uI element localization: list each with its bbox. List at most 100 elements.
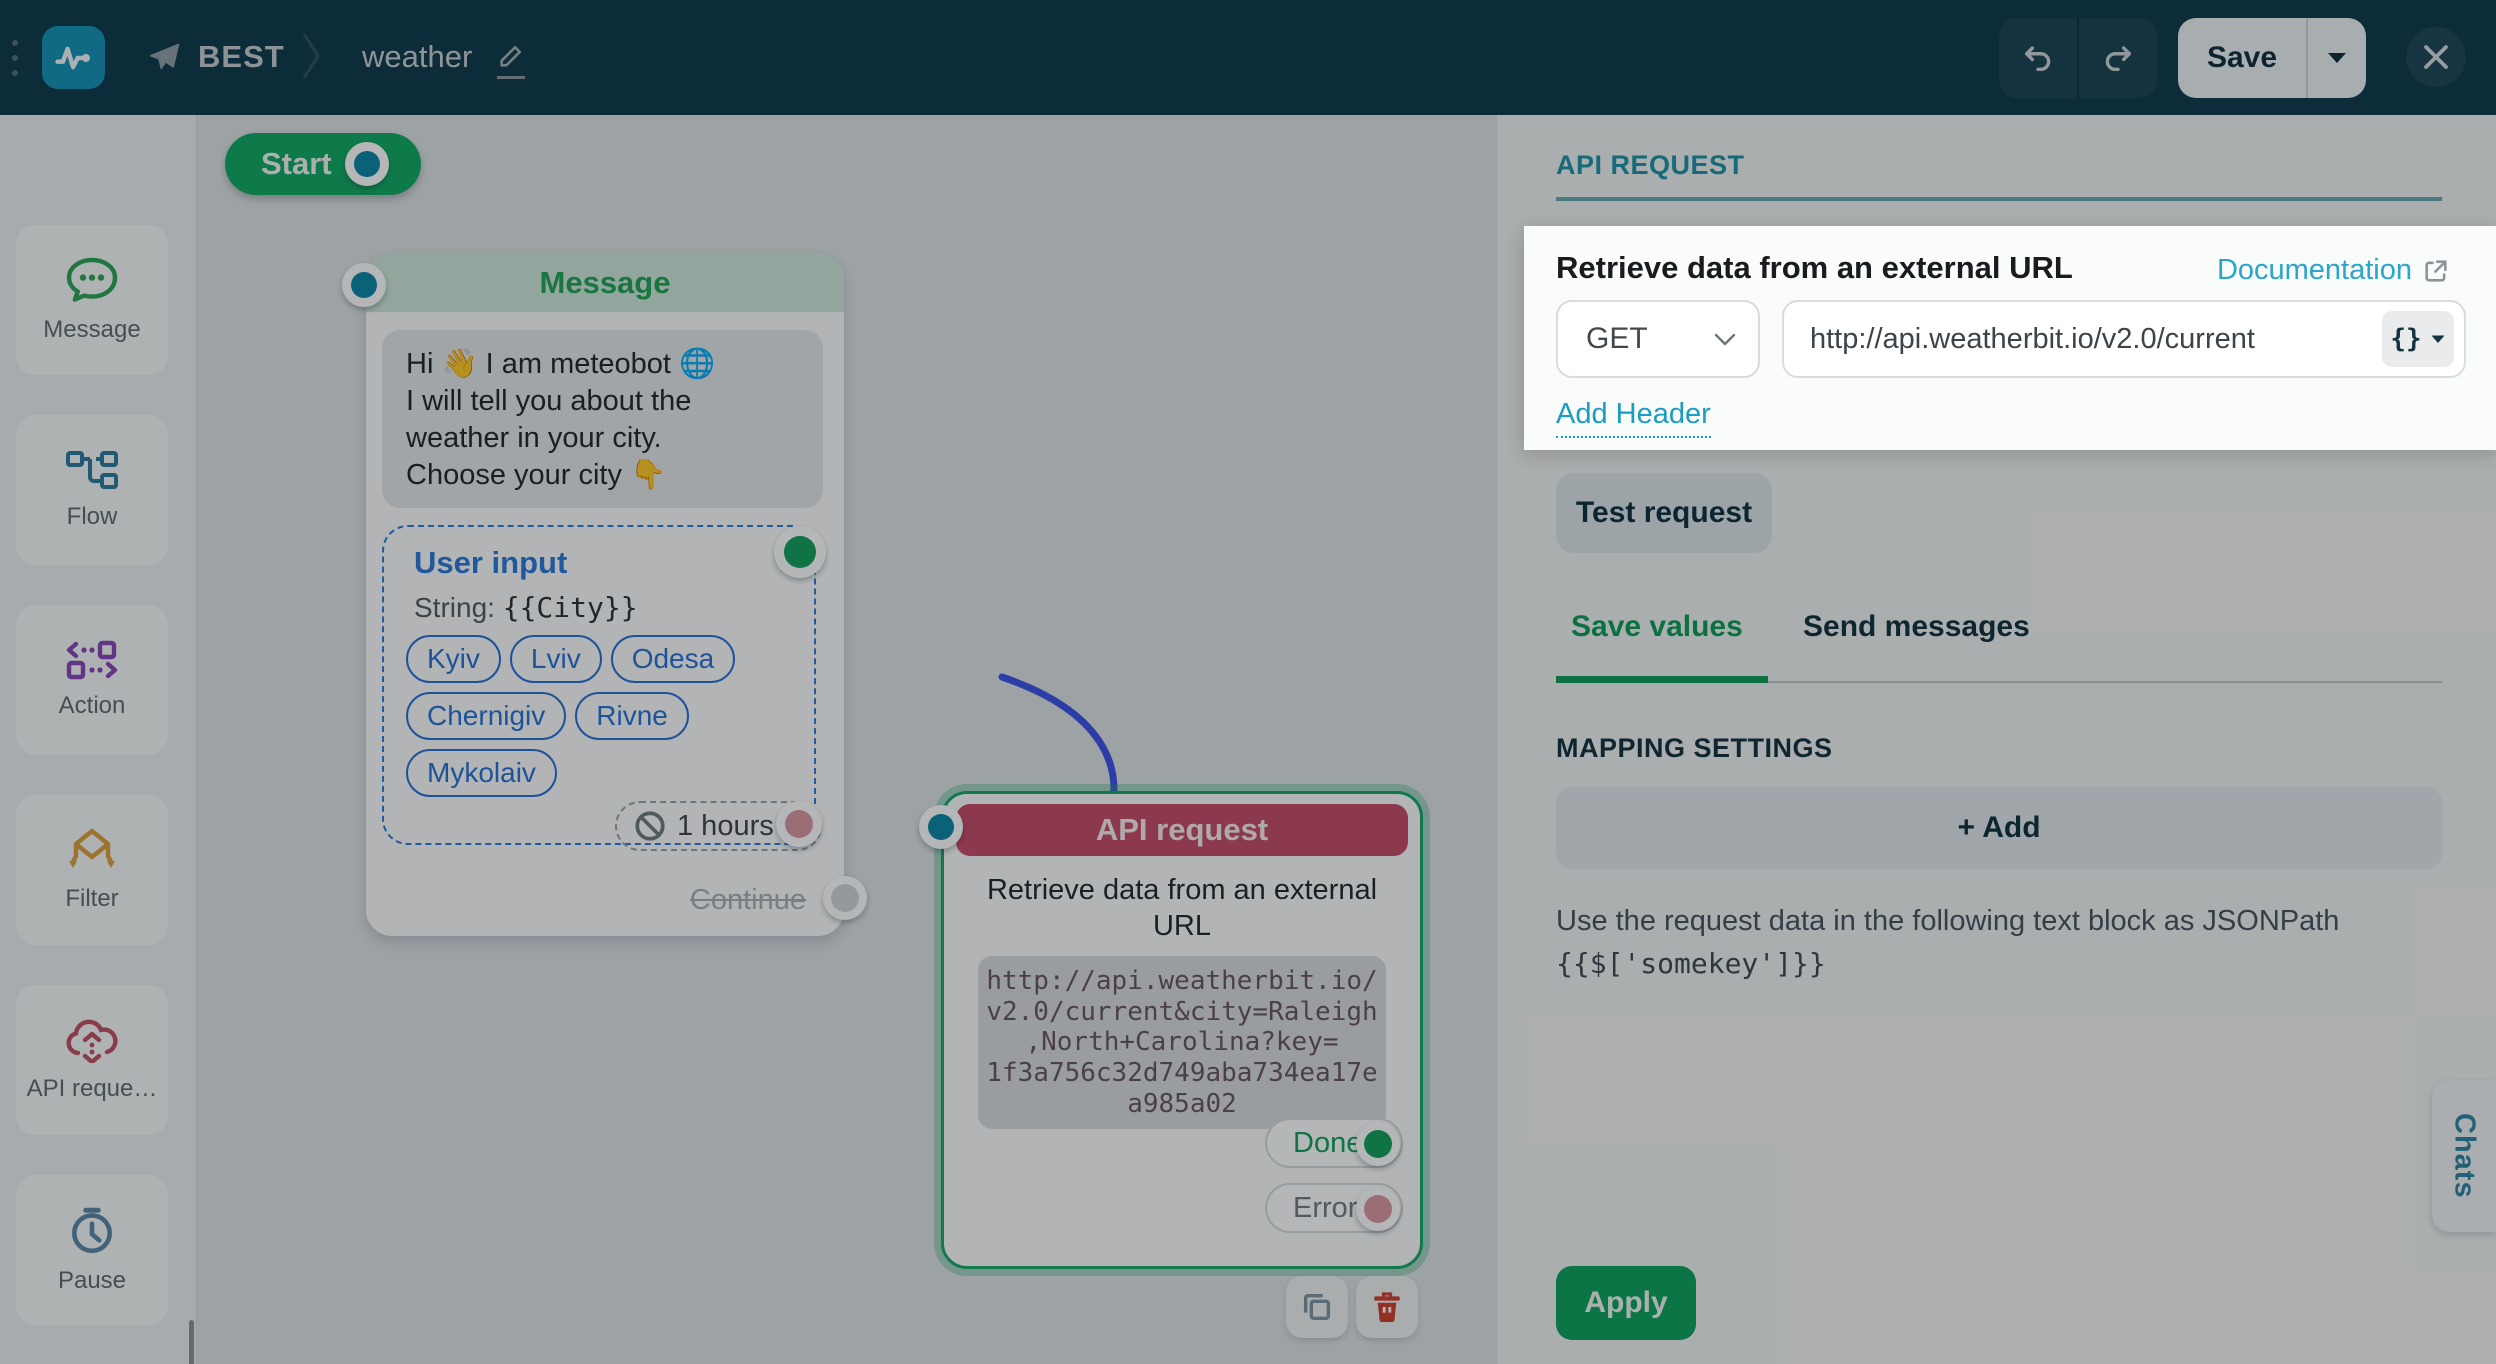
message-line: I will tell you about the xyxy=(406,383,823,420)
timeout-label: 1 hours xyxy=(677,810,774,843)
quick-reply-lviv[interactable]: Lviv xyxy=(510,635,602,683)
http-method-select[interactable]: GET xyxy=(1556,300,1760,378)
palette-item-flow[interactable]: Flow xyxy=(16,415,168,565)
panel-heading: API REQUEST xyxy=(1556,150,1745,181)
palette-item-pause[interactable]: Pause xyxy=(16,1175,168,1325)
user-input-title: User input xyxy=(414,545,567,581)
api-node-url-block: http://api.weatherbit.io/ v2.0/current&c… xyxy=(978,956,1386,1129)
user-input-variable-row: String: {{City}} xyxy=(414,591,638,624)
message-node-title: Message xyxy=(540,265,671,301)
error-label: Error xyxy=(1293,1192,1357,1225)
copy-icon xyxy=(1300,1290,1334,1324)
sidebar-scrollbar[interactable] xyxy=(189,1320,194,1364)
done-output-port[interactable] xyxy=(1356,1122,1400,1166)
quick-reply-chernigiv[interactable]: Chernigiv xyxy=(406,692,566,740)
message-input-port[interactable] xyxy=(342,263,386,307)
chats-tab-label: Chats xyxy=(2448,1113,2481,1199)
palette-item-label: Filter xyxy=(65,885,118,913)
palette-item-message[interactable]: Message xyxy=(16,225,168,375)
jsonpath-hint-text: Use the request data in the following te… xyxy=(1556,905,2456,938)
palette-item-filter[interactable]: Filter xyxy=(16,795,168,945)
url-input-wrap: {} xyxy=(1782,300,2466,378)
speech-bubble-icon xyxy=(64,256,120,304)
external-link-icon xyxy=(2422,257,2450,285)
history-buttons xyxy=(1999,18,2157,98)
error-output-port[interactable] xyxy=(1356,1187,1400,1231)
api-node-title: API request xyxy=(1096,812,1268,848)
variable-type-label: String: xyxy=(414,592,495,623)
message-node[interactable]: Message Hi 👋 I am meteobot 🌐 I will tell… xyxy=(366,254,844,936)
flow-builder-app: Start Message Hi 👋 I am meteobot 🌐 I wil… xyxy=(0,0,2496,1364)
apply-button[interactable]: Apply xyxy=(1556,1266,1696,1340)
start-output-port[interactable] xyxy=(345,142,389,186)
message-line: weather in your city. xyxy=(406,420,823,457)
kebab-menu-icon[interactable] xyxy=(12,40,20,76)
tab-send-messages[interactable]: Send messages xyxy=(1803,610,2030,644)
add-header-link[interactable]: Add Header xyxy=(1556,398,1711,438)
undo-button[interactable] xyxy=(1999,41,2077,75)
test-request-button[interactable]: Test request xyxy=(1556,473,1772,553)
user-input-block[interactable]: User input String: {{City}} Kyiv Lviv Od… xyxy=(382,525,816,845)
message-line: Choose your city 👇 xyxy=(406,457,823,494)
active-tab-indicator xyxy=(1556,676,1768,683)
api-node-subtitle: Retrieve data from an external URL xyxy=(984,872,1380,945)
timeout-output-port[interactable] xyxy=(776,801,822,847)
quick-reply-mykolaiv[interactable]: Mykolaiv xyxy=(406,749,557,797)
start-node[interactable]: Start xyxy=(225,133,421,195)
save-options-button[interactable] xyxy=(2308,51,2366,65)
edit-title-icon[interactable] xyxy=(497,42,525,79)
chevron-down-icon xyxy=(2326,51,2348,65)
node-palette-sidebar: Message Flow Action xyxy=(0,115,197,1364)
message-line: Hi 👋 I am meteobot 🌐 xyxy=(406,346,823,383)
chats-side-tab[interactable]: Chats xyxy=(2432,1080,2496,1232)
undo-icon xyxy=(2021,41,2055,75)
duplicate-node-button[interactable] xyxy=(1286,1276,1348,1338)
jsonpath-example: {{$['somekey']}} xyxy=(1556,947,1826,980)
palette-item-action[interactable]: Action xyxy=(16,605,168,755)
api-cloud-icon xyxy=(64,1017,120,1063)
documentation-link[interactable]: Documentation xyxy=(2217,254,2450,287)
curly-braces-icon: {} xyxy=(2390,324,2421,354)
palette-item-label: Message xyxy=(43,316,140,344)
message-text-bubble[interactable]: Hi 👋 I am meteobot 🌐 I will tell you abo… xyxy=(382,330,823,508)
quick-reply-odesa[interactable]: Odesa xyxy=(611,635,736,683)
variable-token: {{City}} xyxy=(503,591,638,624)
continue-output-port[interactable] xyxy=(823,876,867,920)
quick-reply-kyiv[interactable]: Kyiv xyxy=(406,635,501,683)
trash-icon xyxy=(1370,1290,1404,1324)
palette-item-api-request[interactable]: API reque… xyxy=(16,985,168,1135)
message-node-header: Message xyxy=(366,254,844,312)
quick-reply-rivne[interactable]: Rivne xyxy=(575,692,689,740)
panel-heading-rule xyxy=(1556,197,2442,201)
api-input-port[interactable] xyxy=(919,805,963,849)
add-mapping-button[interactable]: + Add xyxy=(1556,787,2442,869)
close-builder-button[interactable] xyxy=(2406,27,2466,87)
filter-diamond-icon xyxy=(64,827,120,873)
flow-title: weather xyxy=(362,39,472,75)
quick-reply-buttons: Kyiv Lviv Odesa Chernigiv Rivne Mykolaiv xyxy=(406,635,742,797)
delete-node-button[interactable] xyxy=(1356,1276,1418,1338)
save-button[interactable]: Save xyxy=(2178,41,2306,75)
insert-variable-button[interactable]: {} xyxy=(2382,311,2454,367)
user-input-output-port[interactable] xyxy=(774,526,826,578)
save-button-group: Save xyxy=(2178,18,2366,98)
section-title: Retrieve data from an external URL xyxy=(1556,250,2073,286)
chevron-down-icon xyxy=(1714,333,1736,346)
code-action-icon xyxy=(64,640,120,680)
api-request-spotlight-section: Retrieve data from an external URL Docum… xyxy=(1524,226,2496,450)
start-node-label: Start xyxy=(261,146,332,182)
close-icon xyxy=(2421,42,2451,72)
palette-item-label: Action xyxy=(59,692,126,720)
api-node-header: API request xyxy=(956,804,1408,856)
app-logo[interactable] xyxy=(42,26,105,89)
palette-item-label: Pause xyxy=(58,1267,126,1295)
http-method-value: GET xyxy=(1586,322,1648,356)
redo-icon xyxy=(2101,41,2135,75)
flowchart-icon xyxy=(64,449,120,491)
request-url-input[interactable] xyxy=(1784,323,2382,356)
chevron-down-icon xyxy=(2430,334,2446,345)
redo-button[interactable] xyxy=(2079,41,2157,75)
tab-save-values[interactable]: Save values xyxy=(1571,610,1743,644)
api-request-node[interactable]: API request Retrieve data from an extern… xyxy=(941,791,1423,1269)
breadcrumb-workspace[interactable]: BEST xyxy=(198,39,285,75)
